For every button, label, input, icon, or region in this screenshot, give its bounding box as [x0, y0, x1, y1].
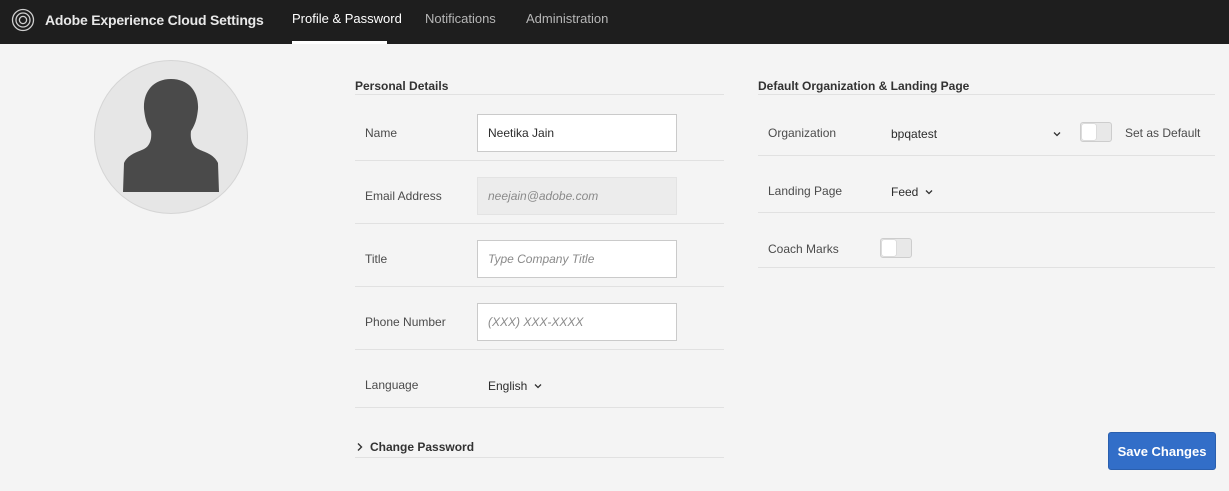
divider [355, 407, 724, 408]
set-default-label: Set as Default [1125, 126, 1201, 140]
divider [355, 286, 724, 287]
title-label: Title [365, 252, 388, 266]
brand[interactable]: Adobe Experience Cloud Settings [11, 8, 264, 32]
divider [758, 267, 1215, 268]
chevron-right-icon [357, 443, 363, 451]
divider [758, 94, 1215, 95]
email-label: Email Address [365, 189, 442, 203]
chevron-down-icon [1053, 132, 1061, 137]
change-password-toggle[interactable]: Change Password [356, 440, 474, 454]
coach-marks-toggle[interactable] [880, 238, 912, 258]
user-silhouette-icon [123, 79, 219, 192]
default-org-heading: Default Organization & Landing Page [758, 79, 970, 93]
save-changes-button[interactable]: Save Changes [1108, 432, 1216, 470]
adobe-experience-cloud-icon [11, 8, 35, 32]
avatar[interactable] [94, 60, 248, 214]
divider [758, 155, 1215, 156]
chevron-down-icon [925, 190, 933, 195]
landing-page-label: Landing Page [768, 184, 843, 198]
personal-details-heading: Personal Details [355, 79, 449, 93]
landing-page-value: Feed [891, 185, 919, 199]
app-title: Adobe Experience Cloud Settings [45, 12, 264, 28]
chevron-down-icon [534, 384, 542, 389]
phone-field[interactable] [477, 303, 677, 341]
toggle-knob [882, 240, 896, 256]
divider [355, 349, 724, 350]
change-password-label: Change Password [370, 440, 475, 454]
organization-value: bpqatest [891, 127, 938, 141]
toggle-knob [1082, 124, 1096, 140]
name-field[interactable] [477, 114, 677, 152]
title-field[interactable] [477, 240, 677, 278]
email-field [477, 177, 677, 215]
divider [758, 212, 1215, 213]
language-label: Language [365, 378, 419, 392]
phone-label: Phone Number [365, 315, 446, 329]
divider [355, 457, 724, 458]
divider [355, 160, 724, 161]
divider [355, 223, 724, 224]
divider [355, 94, 724, 95]
language-dropdown[interactable]: English [488, 379, 542, 393]
organization-label: Organization [768, 126, 837, 140]
organization-dropdown[interactable]: bpqatest [891, 127, 1061, 141]
name-label: Name [365, 126, 398, 140]
coach-marks-label: Coach Marks [768, 242, 839, 256]
landing-page-dropdown[interactable]: Feed [891, 185, 933, 199]
top-bar: Adobe Experience Cloud Settings Profile … [0, 0, 1229, 44]
tab-notifications[interactable]: Notifications [425, 0, 496, 44]
tab-profile-password[interactable]: Profile & Password [292, 0, 402, 44]
tab-administration[interactable]: Administration [526, 0, 608, 44]
set-default-toggle[interactable] [1080, 122, 1112, 142]
language-value: English [488, 379, 528, 393]
